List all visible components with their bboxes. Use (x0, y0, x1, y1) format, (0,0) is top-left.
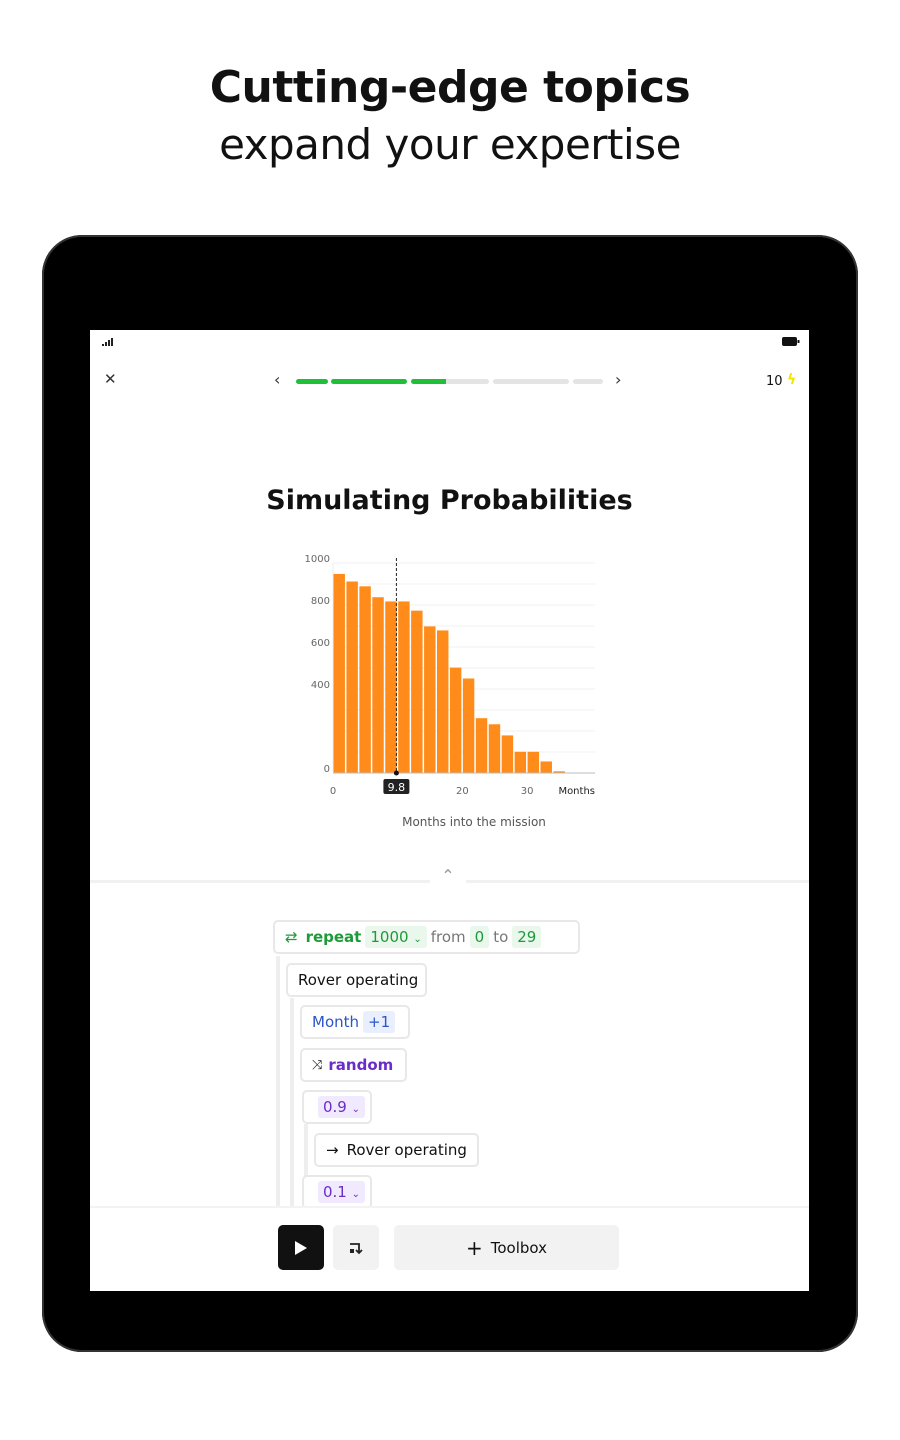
probability-dropdown[interactable]: 0.9 ⌄ (318, 1096, 366, 1118)
block-rail (276, 956, 280, 1216)
plus-icon: + (465, 1235, 483, 1260)
from-label: from (430, 928, 466, 946)
histogram-bar (359, 586, 371, 773)
collapse-chevron-icon[interactable]: ⌃ (430, 866, 466, 890)
x-tick-label: 20 (456, 786, 469, 797)
battery-icon (782, 337, 800, 346)
step-button[interactable] (333, 1225, 379, 1270)
histogram-bar (475, 718, 488, 773)
repeat-count-dropdown[interactable]: 1000 ⌄ (365, 926, 427, 948)
progress-segment (573, 379, 603, 384)
histogram-bar (411, 610, 423, 773)
histogram-bar (372, 597, 384, 773)
to-value[interactable]: 29 (512, 926, 542, 948)
histogram-bar (527, 751, 540, 773)
bottom-toolbar: + Toolbox (90, 1206, 809, 1291)
progress-segment (493, 379, 569, 384)
next-chevron-icon[interactable]: › (615, 370, 621, 389)
histogram-bar (424, 626, 436, 773)
shuffle-icon: ⤨ (312, 1057, 323, 1073)
probability-value: 0.9 (323, 1098, 347, 1116)
block-rail (290, 998, 294, 1218)
histogram-bar (462, 678, 475, 773)
repeat-keyword: repeat (305, 928, 362, 946)
marker-dot (393, 770, 399, 776)
y-tick-label: 600 (311, 638, 330, 649)
repeat-icon: ⇄ (285, 928, 298, 946)
from-value[interactable]: 0 (469, 926, 490, 948)
probability-dropdown[interactable]: 0.1 ⌄ (318, 1181, 366, 1203)
y-tick-label: 1000 (305, 554, 330, 565)
histogram-bar (540, 761, 552, 773)
histogram-bar (501, 735, 514, 773)
probability-block[interactable]: 0.1 ⌄ (302, 1175, 372, 1209)
repeat-block[interactable]: ⇄ repeat 1000 ⌄ from 0 to 29 (273, 920, 580, 954)
prev-chevron-icon[interactable]: ‹ (274, 370, 280, 389)
repeat-count: 1000 (370, 928, 409, 946)
month-label: Month (312, 1013, 360, 1031)
chevron-down-icon: ⌄ (413, 934, 422, 945)
chevron-down-icon: ⌄ (351, 1104, 361, 1115)
probability-value: 0.1 (323, 1183, 347, 1201)
run-button[interactable] (278, 1225, 324, 1270)
histogram-bar (333, 573, 345, 773)
close-icon[interactable]: ✕ (104, 370, 117, 388)
step-into-icon (350, 1242, 363, 1254)
probability-block[interactable]: 0.9 ⌄ (302, 1090, 372, 1124)
app-screen: ✕ ‹ › 10 ϟ Simulating Probabilities 0 400… (90, 330, 809, 1291)
progress-segment-current (411, 379, 489, 384)
toolbox-button[interactable]: + Toolbox (394, 1225, 619, 1270)
random-block[interactable]: ⤨ random (300, 1048, 407, 1082)
histogram-bar (385, 601, 397, 773)
block-label: Rover operating (298, 971, 419, 989)
x-unit-label: Months (558, 786, 595, 797)
histogram-bar (346, 581, 358, 773)
chevron-down-icon: ⌄ (351, 1189, 361, 1200)
energy-count: 10 (766, 374, 783, 389)
histogram-bar (514, 751, 527, 773)
histogram-bar (437, 630, 449, 773)
arrow-right-icon: → (326, 1141, 339, 1159)
marker-label: 9.8 (388, 781, 406, 794)
histogram-bar (488, 724, 501, 773)
lesson-title: Simulating Probabilities (266, 485, 633, 516)
y-tick-label: 800 (311, 596, 330, 607)
rover-operating-block[interactable]: Rover operating (286, 963, 427, 997)
headline-title: Cutting-edge topics (209, 62, 691, 113)
signal-icon (102, 338, 113, 346)
arrow-block[interactable]: → Rover operating (314, 1133, 479, 1167)
histogram-bar (449, 667, 462, 773)
histogram-chart: 040060080010000102030Months9.8Months int… (305, 554, 595, 829)
progress-segment (331, 379, 407, 384)
y-tick-label: 400 (311, 680, 330, 691)
to-label: to (493, 928, 509, 946)
progress-segment (296, 379, 328, 384)
histogram-bar (398, 601, 410, 773)
random-keyword: random (328, 1056, 394, 1074)
toolbox-label: Toolbox (490, 1238, 547, 1257)
month-block[interactable]: Month +1 (300, 1005, 410, 1039)
x-axis-title: Months into the mission (402, 815, 546, 829)
month-increment[interactable]: +1 (363, 1011, 396, 1033)
lightning-icon: ϟ (787, 372, 797, 388)
arrow-target: Rover operating (346, 1141, 467, 1159)
x-tick-label: 0 (330, 786, 336, 797)
headline-subtitle: expand your expertise (219, 120, 681, 169)
x-tick-label: 30 (521, 786, 534, 797)
y-tick-label: 0 (324, 764, 330, 775)
play-icon (295, 1240, 307, 1255)
